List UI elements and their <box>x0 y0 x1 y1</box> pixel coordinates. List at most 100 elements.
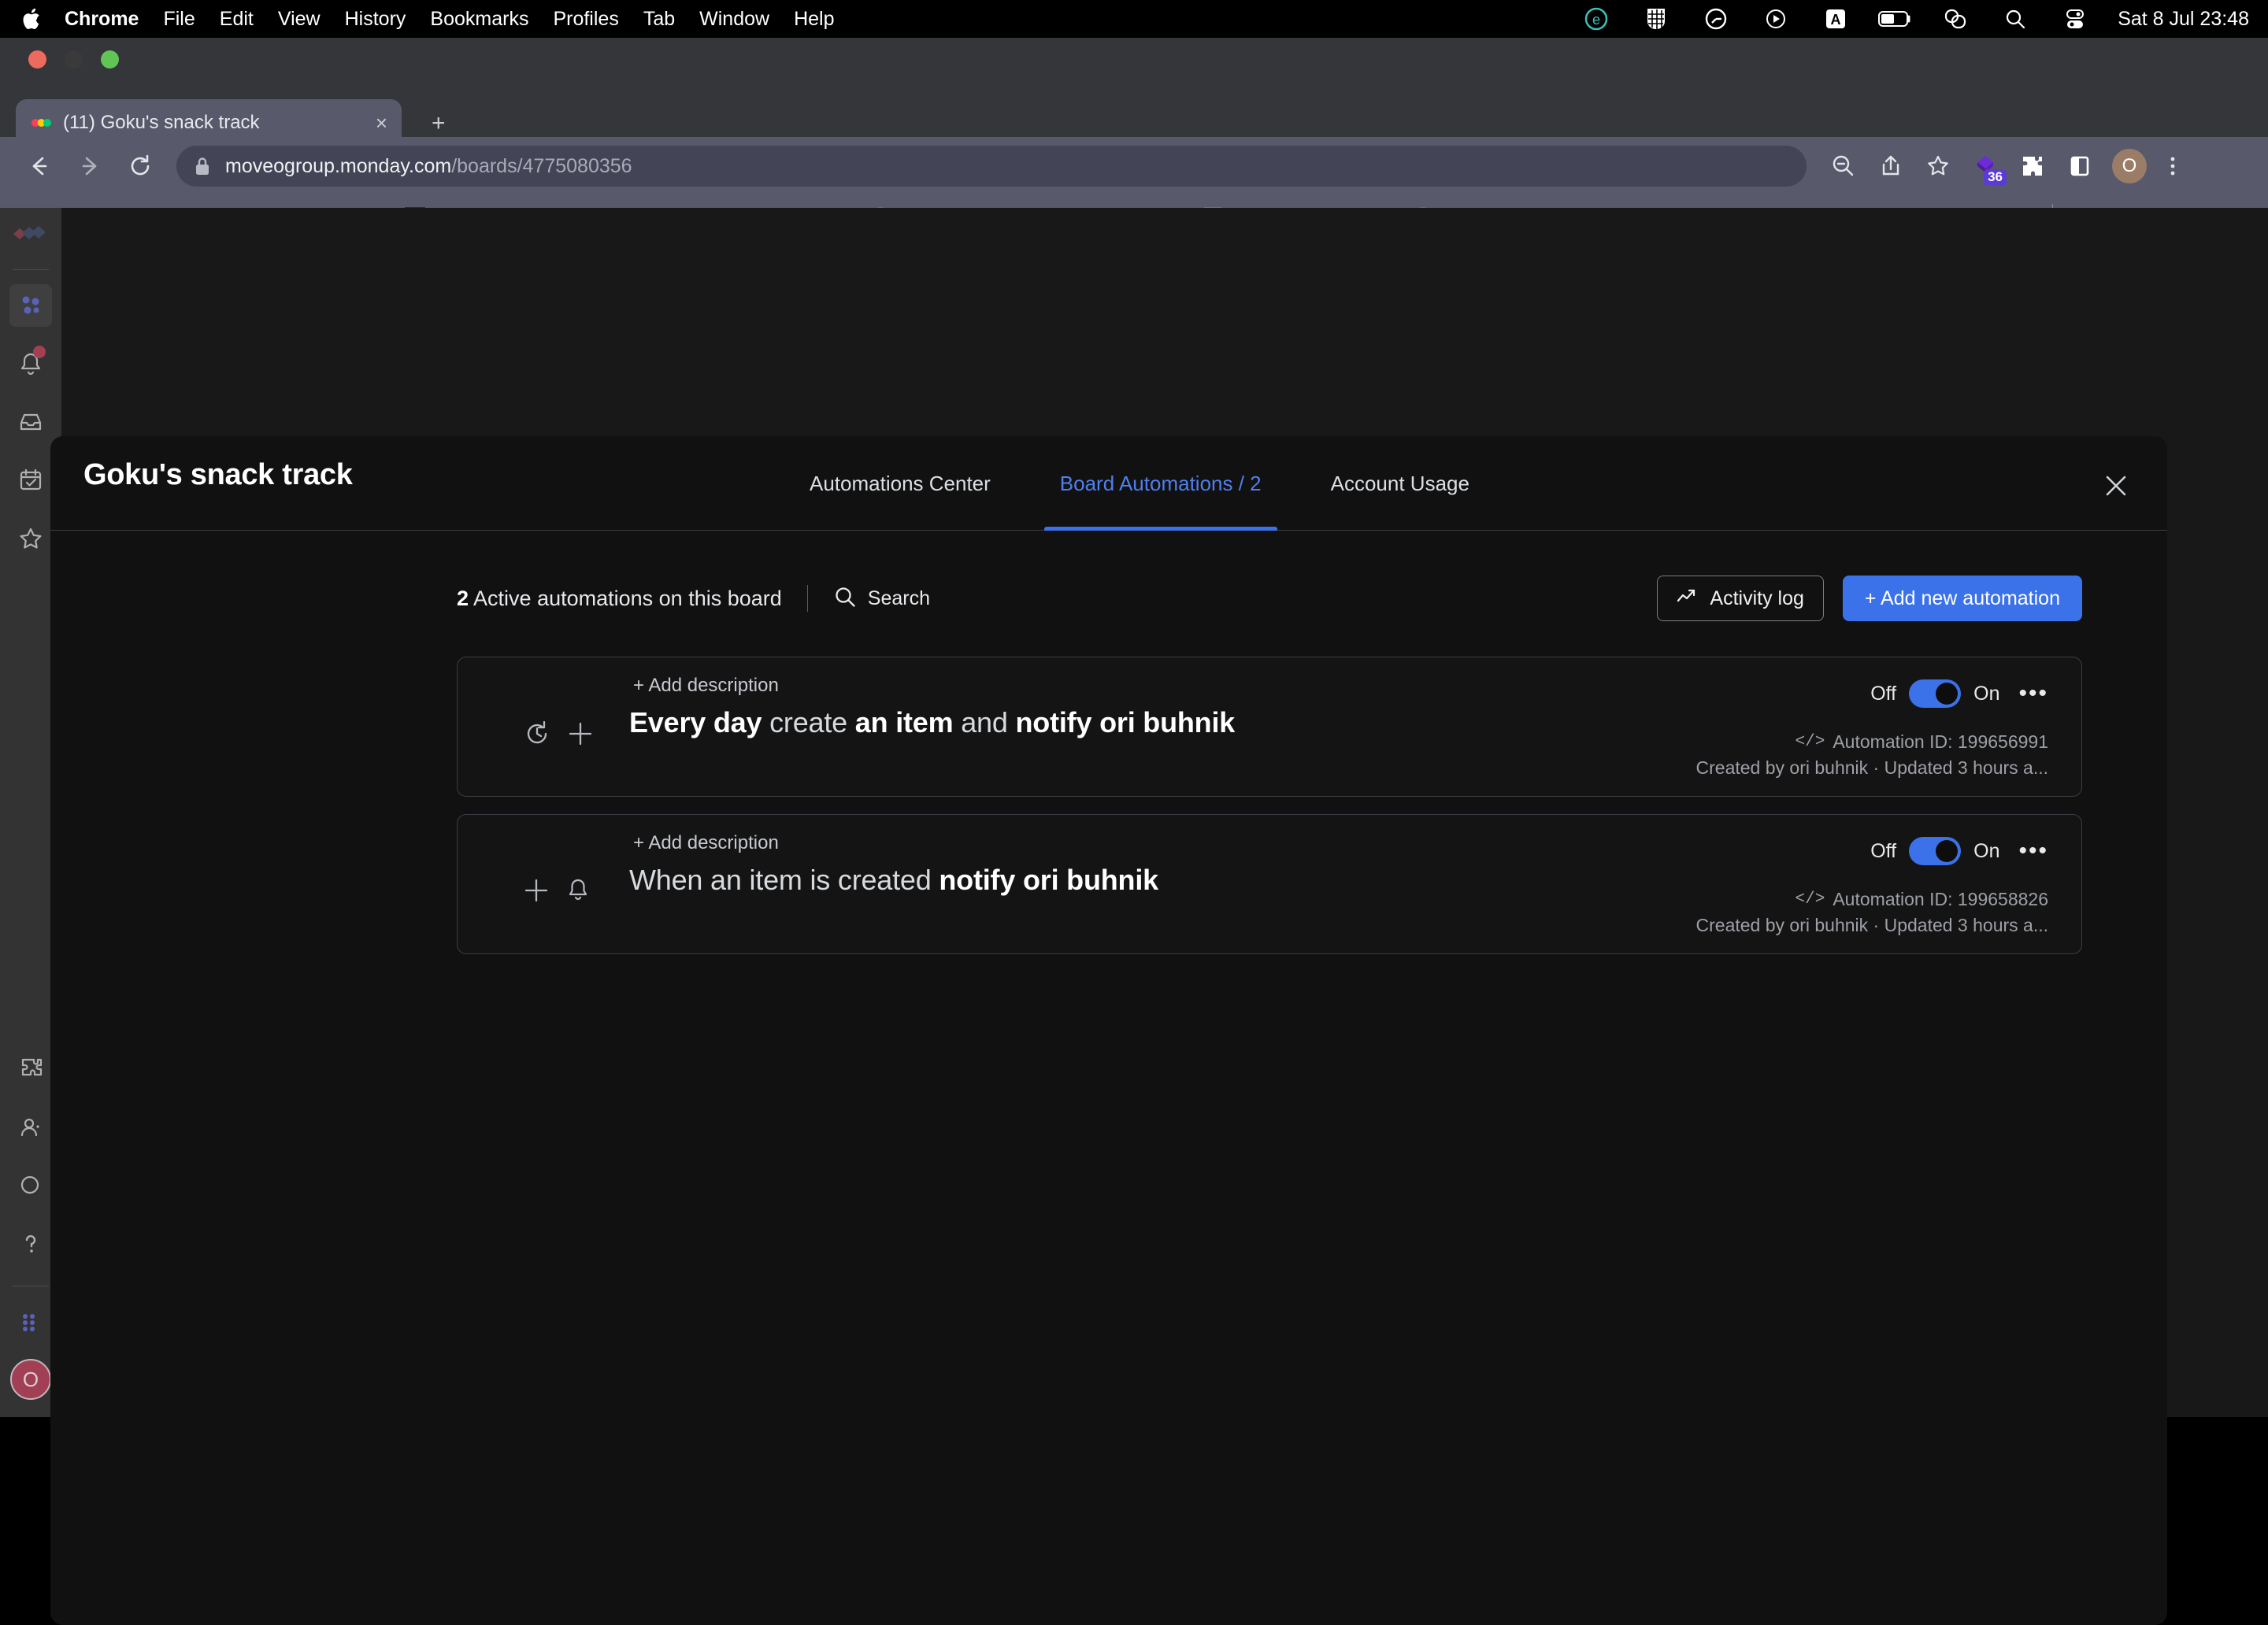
grammarly-icon[interactable] <box>1697 7 1735 31</box>
automation-card[interactable]: + Add description Every day create an it… <box>457 657 2082 797</box>
svg-text:e: e <box>1592 12 1600 28</box>
menu-bookmarks[interactable]: Bookmarks <box>430 8 528 31</box>
automation-id-label: Automation ID: 199658826 <box>1833 889 2048 910</box>
menu-bar-clock[interactable]: Sat 8 Jul 23:48 <box>2118 8 2249 31</box>
tab-automations-center[interactable]: Automations Center <box>775 436 1025 531</box>
menu-chrome[interactable]: Chrome <box>65 8 139 31</box>
plus-icon <box>522 876 550 909</box>
address-bar-url: moveogroup.monday.com/boards/4775080356 <box>225 155 632 178</box>
automation-more-menu-button[interactable]: ••• <box>2018 838 2048 864</box>
browser-tab-active[interactable]: (11) Goku's snack track × <box>16 99 402 137</box>
spotlight-search-icon[interactable] <box>1996 7 2034 31</box>
browser-tab-title: (11) Goku's snack track <box>63 112 365 134</box>
automation-toggle-switch[interactable] <box>1909 679 1961 708</box>
play-circle-icon[interactable] <box>1757 7 1795 31</box>
add-description-link[interactable]: + Add description <box>633 832 779 854</box>
link-chain-icon[interactable] <box>1936 7 1974 31</box>
sidebar-item-product-switcher[interactable] <box>9 1301 52 1343</box>
monday-extension-icon[interactable]: 36 <box>1964 145 2007 187</box>
automation-created-by: Created by ori buhnik · Updated 3 hours … <box>1696 757 2048 779</box>
automation-icons <box>522 719 595 753</box>
tab-board-automations[interactable]: Board Automations / 2 <box>1025 436 1296 531</box>
menu-edit[interactable]: Edit <box>220 8 254 31</box>
close-x-icon[interactable] <box>2101 471 2131 501</box>
menu-window[interactable]: Window <box>699 8 769 31</box>
plus-icon <box>566 720 595 752</box>
evernote-icon[interactable]: e <box>1577 7 1615 31</box>
automation-meta: </> Automation ID: 199656991 Created by … <box>1696 731 2048 779</box>
grid-app-icon[interactable] <box>1637 7 1675 31</box>
close-window-button[interactable] <box>28 50 46 68</box>
automation-created-by: Created by ori buhnik · Updated 3 hours … <box>1696 915 2048 936</box>
menu-tab[interactable]: Tab <box>643 8 675 31</box>
share-icon[interactable] <box>1870 145 1912 187</box>
modal-body: 2 Active automations on this board Searc… <box>50 575 2167 954</box>
sidebar-item-workspaces-apps-grid[interactable] <box>9 284 52 327</box>
sidebar-item-notifications[interactable] <box>9 342 52 385</box>
automation-part: an item <box>855 706 961 738</box>
automations-list: + Add description Every day create an it… <box>50 622 2167 954</box>
monday-favicon <box>30 112 52 134</box>
automation-card[interactable]: + Add description When an item is create… <box>457 814 2082 954</box>
recurring-clock-icon <box>522 719 552 753</box>
tab-account-usage[interactable]: Account Usage <box>1296 436 1504 531</box>
toggle-off-label: Off <box>1870 840 1896 863</box>
automation-part: create <box>769 706 855 738</box>
search-placeholder: Search <box>868 587 930 610</box>
reload-icon[interactable] <box>120 146 161 187</box>
menu-view[interactable]: View <box>278 8 321 31</box>
toggle-off-label: Off <box>1870 683 1896 705</box>
lock-icon[interactable] <box>194 156 211 176</box>
toggle-on-label: On <box>1973 840 1999 863</box>
macos-menu-bar: Chrome File Edit View History Bookmarks … <box>0 0 2268 38</box>
text-a-icon[interactable]: A <box>1817 7 1855 31</box>
three-dot-menu-icon[interactable] <box>2151 145 2194 187</box>
bookmark-star-icon[interactable] <box>1917 145 1959 187</box>
menu-history[interactable]: History <box>345 8 406 31</box>
menu-help[interactable]: Help <box>794 8 834 31</box>
sidebar-item-apps-marketplace[interactable] <box>9 1048 52 1090</box>
automation-toggle-switch[interactable] <box>1909 837 1961 865</box>
sidebar-item-help-center[interactable] <box>9 1223 52 1265</box>
sidebar-item-my-work[interactable] <box>9 459 52 502</box>
tab-close-icon[interactable]: × <box>376 111 387 135</box>
search-input[interactable]: Search <box>833 585 930 613</box>
new-tab-button[interactable]: + <box>432 110 446 137</box>
bell-icon <box>565 876 591 909</box>
chrome-profile-avatar[interactable]: O <box>2112 149 2147 183</box>
side-panel-icon[interactable] <box>2059 145 2101 187</box>
toggle-knob <box>1936 840 1958 862</box>
battery-icon[interactable] <box>1877 7 1914 31</box>
board-title: Goku's snack track <box>83 458 353 492</box>
modal-header: Goku's snack track Automations Center Bo… <box>50 436 2167 531</box>
menu-file[interactable]: File <box>163 8 195 31</box>
back-arrow-icon[interactable] <box>19 146 60 187</box>
address-bar[interactable]: moveogroup.monday.com/boards/4775080356 <box>176 146 1807 187</box>
sidebar-user-avatar[interactable]: O <box>10 1359 51 1400</box>
toolbar-divider <box>807 585 808 612</box>
sidebar-item-favorites[interactable] <box>9 517 52 560</box>
sidebar-divider <box>13 269 49 270</box>
control-center-icon[interactable] <box>2056 7 2094 31</box>
automation-part: and <box>961 706 1015 738</box>
sidebar-item-invite-members[interactable] <box>9 1106 52 1149</box>
automations-toolbar: 2 Active automations on this board Searc… <box>50 575 2167 622</box>
minimize-window-button[interactable] <box>65 50 83 68</box>
automation-more-menu-button[interactable]: ••• <box>2018 680 2048 707</box>
monday-logo[interactable] <box>9 222 53 254</box>
add-new-automation-button[interactable]: + Add new automation <box>1843 576 2082 621</box>
apple-logo-icon[interactable] <box>22 7 43 31</box>
sidebar-item-search-everything[interactable] <box>9 1164 52 1207</box>
activity-log-button[interactable]: Activity log <box>1657 576 1823 621</box>
zoom-out-icon[interactable] <box>1822 145 1865 187</box>
window-traffic-lights <box>28 50 119 68</box>
menu-profiles[interactable]: Profiles <box>553 8 618 31</box>
extensions-puzzle-icon[interactable] <box>2011 145 2054 187</box>
maximize-window-button[interactable] <box>101 50 119 68</box>
add-description-link[interactable]: + Add description <box>633 675 779 697</box>
forward-arrow-icon[interactable] <box>69 146 110 187</box>
modal-tabs: Automations Center Board Automations / 2… <box>775 436 1504 531</box>
code-brackets-icon: </> <box>1796 890 1825 909</box>
browser-tab-strip: (11) Goku's snack track × + <box>0 93 2268 137</box>
sidebar-item-inbox[interactable] <box>9 401 52 443</box>
